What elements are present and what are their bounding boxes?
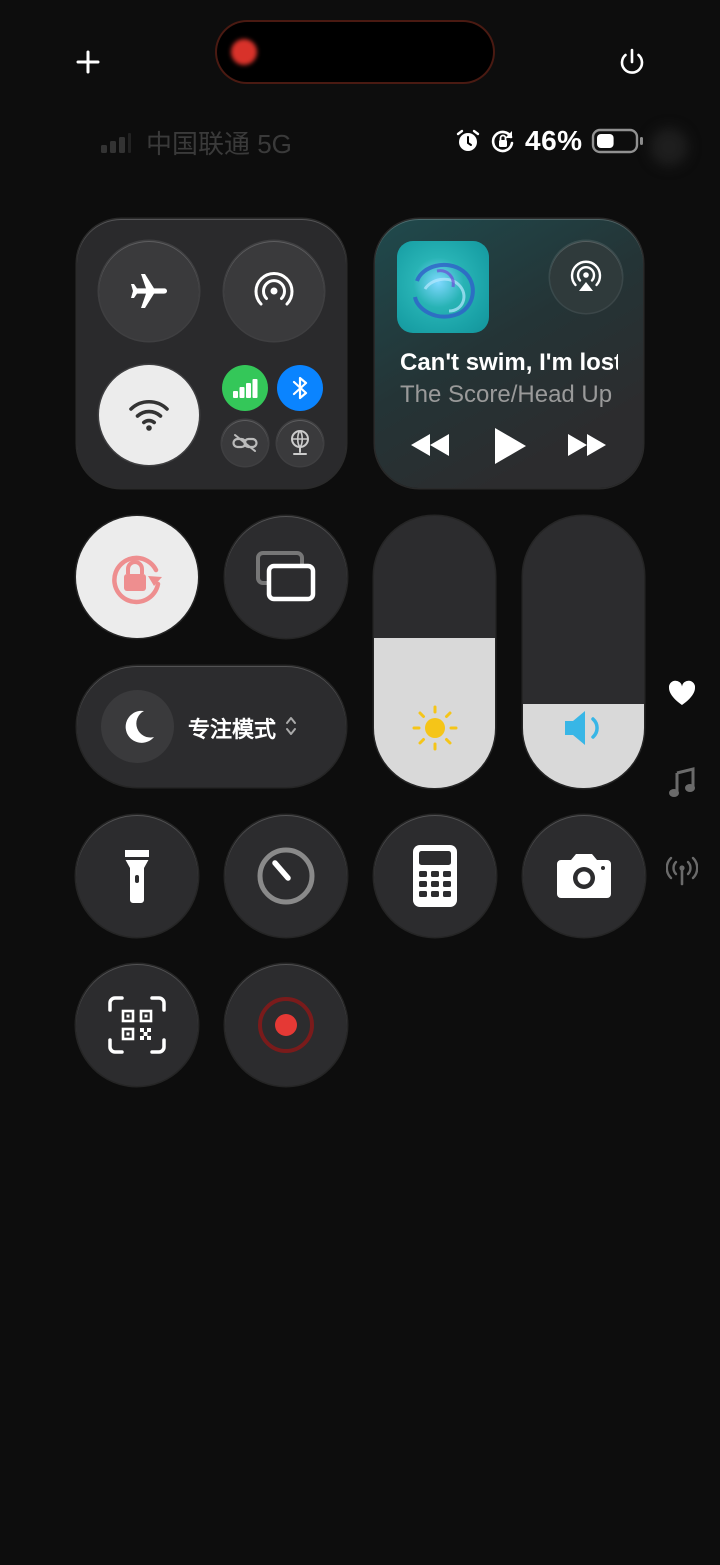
music-note-icon[interactable] bbox=[668, 767, 696, 799]
add-button[interactable] bbox=[70, 44, 106, 80]
personal-hotspot-icon bbox=[232, 434, 258, 452]
moon-icon bbox=[125, 710, 154, 743]
chevron-up-down-icon bbox=[286, 717, 296, 735]
rotation-lock-large-icon bbox=[112, 555, 162, 605]
status-left: 中国联通 5G bbox=[100, 125, 292, 159]
signal-bars-icon bbox=[101, 133, 131, 153]
timer-icon bbox=[257, 847, 315, 905]
rotation-lock-icon bbox=[491, 130, 514, 153]
airplane-mode-button[interactable] bbox=[99, 241, 199, 341]
power-button[interactable] bbox=[614, 44, 650, 80]
focus-mode-button[interactable]: 专注模式 bbox=[77, 666, 346, 787]
antenna-icon[interactable] bbox=[666, 856, 698, 886]
vpn-icon bbox=[291, 430, 309, 455]
rewind-button[interactable] bbox=[409, 431, 451, 459]
airplane-icon bbox=[131, 274, 167, 308]
screen-record-icon bbox=[258, 997, 314, 1053]
wifi-button[interactable] bbox=[99, 365, 199, 465]
bluetooth-button[interactable] bbox=[277, 365, 323, 411]
album-splash-art bbox=[413, 262, 475, 319]
artist-name: The Score/Head Up bbox=[400, 381, 613, 408]
forward-button[interactable] bbox=[566, 431, 608, 459]
album-art[interactable] bbox=[397, 241, 489, 333]
sun-icon bbox=[412, 705, 458, 751]
qr-scanner-button[interactable] bbox=[76, 964, 198, 1086]
airdrop-icon bbox=[254, 272, 294, 306]
play-button[interactable] bbox=[492, 425, 528, 467]
brightness-slider[interactable] bbox=[374, 516, 495, 788]
carrier-label: 中国联通 5G bbox=[146, 128, 292, 159]
airplay-icon bbox=[570, 260, 602, 291]
now-playing-panel[interactable]: Can't swim, I'm lost The Score/Head Up bbox=[375, 219, 643, 488]
airdrop-button[interactable] bbox=[224, 241, 324, 341]
status-right: 46% bbox=[455, 122, 645, 160]
wifi-icon bbox=[129, 399, 169, 431]
cellular-data-button[interactable] bbox=[222, 365, 268, 411]
screen-recording-button[interactable] bbox=[225, 964, 347, 1086]
battery-icon bbox=[591, 128, 643, 154]
qr-scan-icon bbox=[108, 996, 166, 1054]
rewind-icon bbox=[411, 434, 449, 456]
play-icon bbox=[495, 428, 526, 464]
cellular-icon bbox=[233, 379, 258, 398]
forward-icon bbox=[568, 434, 606, 456]
screen-mirror-icon bbox=[256, 551, 316, 602]
volume-slider[interactable] bbox=[523, 516, 644, 788]
screen-mirroring-button[interactable] bbox=[225, 516, 347, 638]
camera-icon bbox=[557, 854, 611, 898]
recording-indicator-dot bbox=[231, 39, 257, 65]
focus-mode-label: 专注模式 bbox=[188, 717, 277, 742]
calculator-button[interactable] bbox=[374, 815, 496, 937]
song-title: Can't swim, I'm lost bbox=[400, 349, 618, 376]
vpn-button[interactable] bbox=[277, 420, 323, 466]
flashlight-button[interactable] bbox=[76, 815, 198, 937]
alarm-icon bbox=[456, 129, 480, 151]
dynamic-island bbox=[217, 22, 493, 82]
focus-moon-circle bbox=[101, 690, 174, 763]
bluetooth-icon bbox=[292, 376, 308, 400]
personal-hotspot-button[interactable] bbox=[222, 420, 268, 466]
power-icon bbox=[620, 48, 644, 74]
rotation-lock-button[interactable] bbox=[76, 516, 198, 638]
camera-button[interactable] bbox=[523, 815, 645, 937]
add-icon bbox=[76, 50, 100, 74]
battery-percent: 46% bbox=[525, 125, 583, 156]
timer-button[interactable] bbox=[225, 815, 347, 937]
status-blur-blob bbox=[650, 128, 688, 166]
airplay-button[interactable] bbox=[550, 241, 622, 313]
flashlight-icon bbox=[125, 850, 149, 903]
calculator-icon bbox=[413, 845, 457, 907]
speaker-icon bbox=[565, 711, 599, 745]
heart-icon[interactable] bbox=[667, 679, 697, 707]
connectivity-panel bbox=[77, 219, 346, 488]
